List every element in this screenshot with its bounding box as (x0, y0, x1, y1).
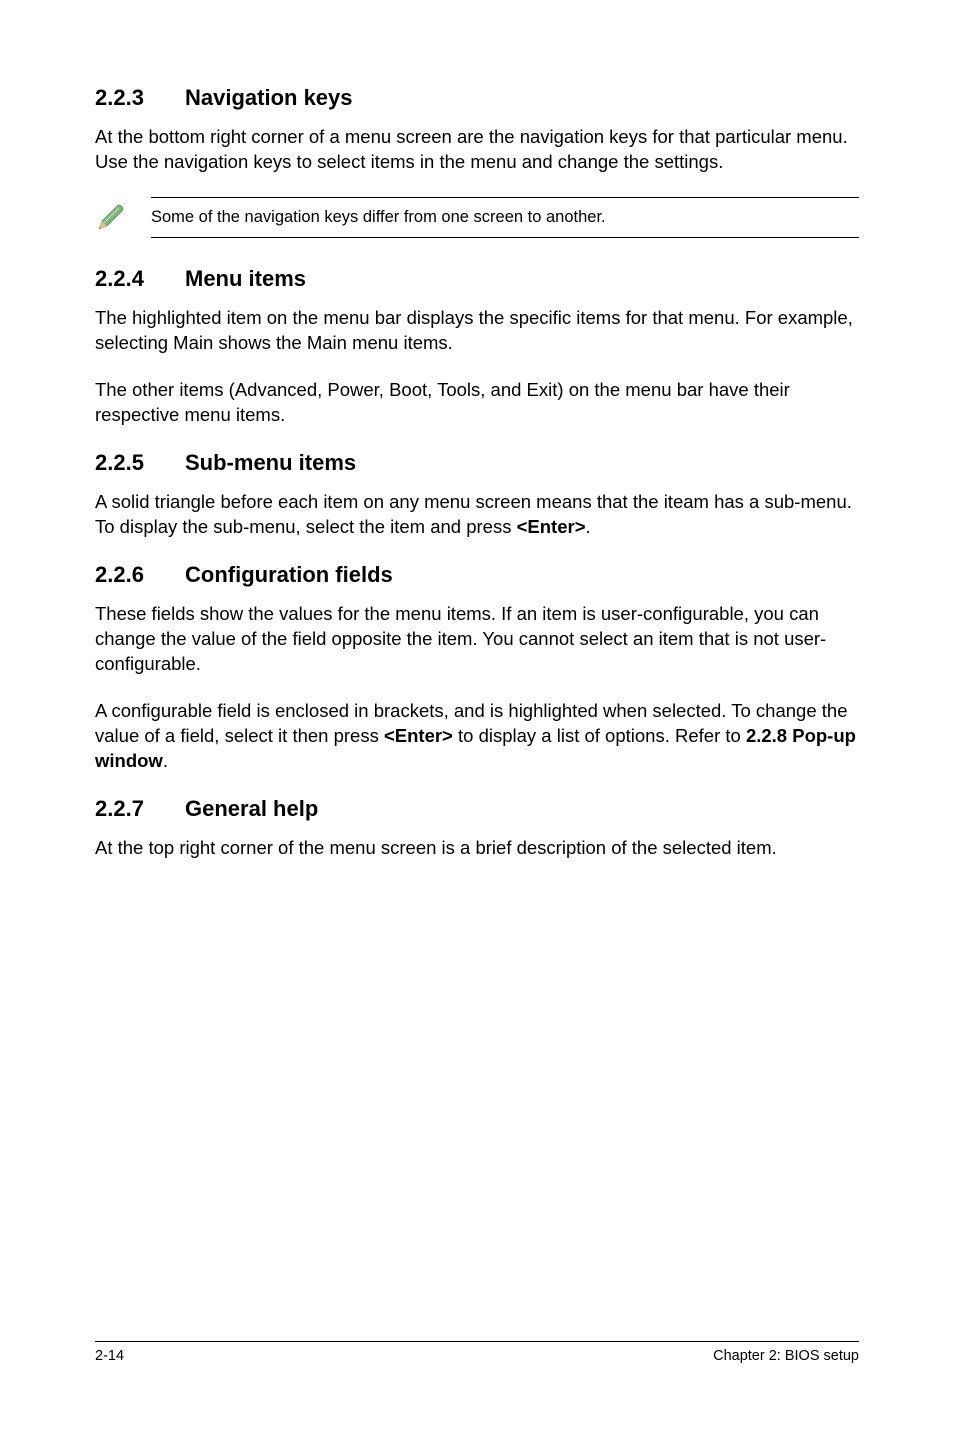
text-run: A solid triangle before each item on any… (95, 491, 852, 537)
section-title: Menu items (185, 266, 306, 292)
paragraph: At the bottom right corner of a menu scr… (95, 125, 859, 175)
section-title: Navigation keys (185, 85, 353, 111)
text-run: . (586, 516, 591, 537)
section-number: 2.2.4 (95, 266, 185, 292)
section-heading: 2.2.3 Navigation keys (95, 85, 859, 111)
section-number: 2.2.3 (95, 85, 185, 111)
section-heading: 2.2.4 Menu items (95, 266, 859, 292)
section-number: 2.2.7 (95, 796, 185, 822)
section-title: Sub-menu items (185, 450, 356, 476)
section-heading: 2.2.6 Configuration fields (95, 562, 859, 588)
section-heading: 2.2.5 Sub-menu items (95, 450, 859, 476)
section-title: General help (185, 796, 318, 822)
bold-text: <Enter> (384, 725, 453, 746)
note-text: Some of the navigation keys differ from … (151, 197, 859, 238)
note: Some of the navigation keys differ from … (95, 197, 859, 238)
paragraph: The highlighted item on the menu bar dis… (95, 306, 859, 356)
section-heading: 2.2.7 General help (95, 796, 859, 822)
text-run: to display a list of options. Refer to (453, 725, 746, 746)
bold-text: <Enter> (517, 516, 586, 537)
paragraph: The other items (Advanced, Power, Boot, … (95, 378, 859, 428)
section-number: 2.2.5 (95, 450, 185, 476)
section-number: 2.2.6 (95, 562, 185, 588)
pencil-icon (95, 201, 127, 233)
text-run: . (163, 750, 168, 771)
page-footer: 2-14 Chapter 2: BIOS setup (95, 1341, 859, 1364)
chapter-label: Chapter 2: BIOS setup (713, 1348, 859, 1364)
section-title: Configuration fields (185, 562, 393, 588)
paragraph: These fields show the values for the men… (95, 602, 859, 677)
paragraph: A configurable field is enclosed in brac… (95, 699, 859, 774)
paragraph: A solid triangle before each item on any… (95, 490, 859, 540)
page-number: 2-14 (95, 1348, 124, 1364)
paragraph: At the top right corner of the menu scre… (95, 836, 859, 861)
